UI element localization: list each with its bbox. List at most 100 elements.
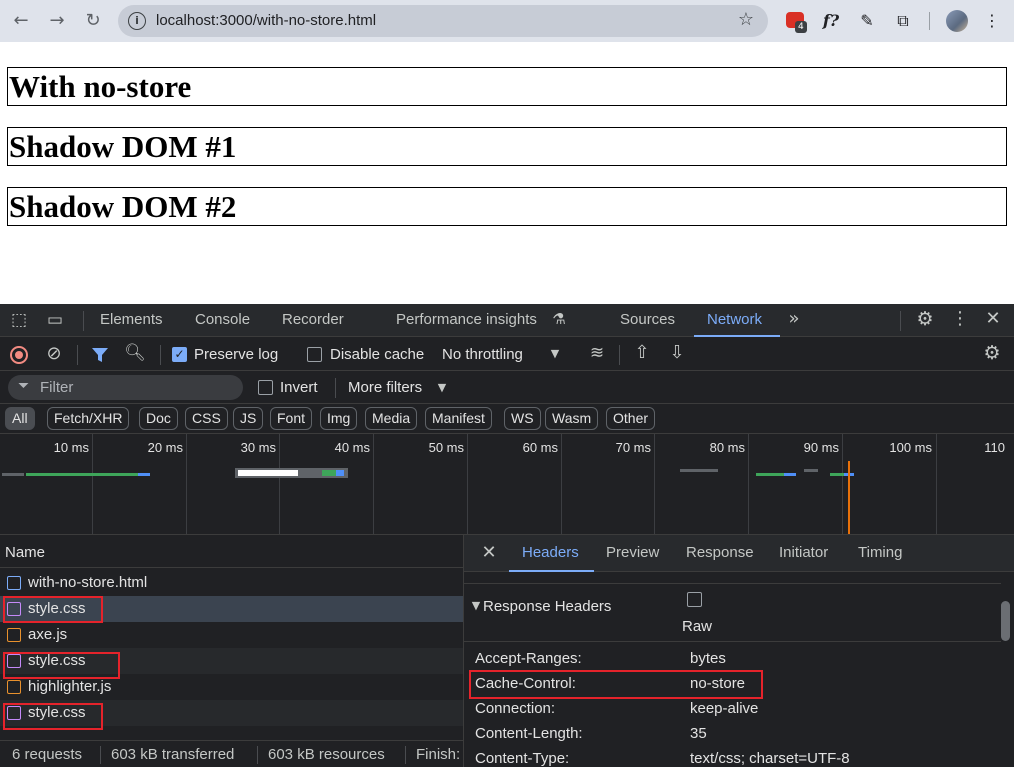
divider: [335, 378, 336, 398]
highlight-box: [469, 670, 763, 699]
tab-network[interactable]: Network: [707, 311, 762, 328]
invert-label: Invert: [280, 379, 318, 396]
resources-size: 603 kB resources: [268, 746, 385, 763]
filter-input[interactable]: ⏷ Filter: [8, 375, 243, 400]
disable-cache-checkbox[interactable]: [307, 347, 322, 362]
tab-preview[interactable]: Preview: [606, 544, 659, 561]
search-icon[interactable]: 🔍︎: [124, 343, 146, 363]
filter-funnel-icon[interactable]: [91, 347, 109, 363]
tick-label: 20 ms: [147, 440, 183, 455]
devtools-menu-icon[interactable]: ⋮: [948, 308, 972, 329]
extensions-puzzle-icon[interactable]: ⧉: [891, 9, 915, 33]
type-filter-manifest[interactable]: Manifest: [425, 407, 492, 430]
header-name: Content-Type:: [475, 750, 570, 767]
name-column-header[interactable]: Name: [5, 544, 45, 561]
details-scrollbar-thumb[interactable]: [1001, 601, 1010, 641]
device-toolbar-icon[interactable]: ▭: [43, 310, 67, 330]
network-conditions-icon[interactable]: ≋: [585, 343, 609, 363]
reload-icon[interactable]: ↻: [80, 8, 106, 34]
transferred-size: 603 kB transferred: [111, 746, 235, 763]
forward-arrow-icon[interactable]: →: [44, 8, 70, 34]
tick-label: 70 ms: [615, 440, 651, 455]
type-filter-all[interactable]: All: [5, 407, 35, 430]
chrome-menu-icon[interactable]: ⋮: [980, 9, 1004, 33]
network-status-bar: 6 requests 603 kB transferred 603 kB res…: [0, 740, 463, 767]
tab-timing[interactable]: Timing: [858, 544, 902, 561]
bookmark-star-icon[interactable]: ☆: [738, 9, 754, 30]
address-bar[interactable]: i localhost:3000/with-no-store.html ☆: [118, 5, 768, 37]
raw-label: Raw: [682, 618, 713, 635]
inspect-element-icon[interactable]: ⬚: [9, 310, 29, 330]
preserve-log-checkbox[interactable]: ✓: [172, 347, 187, 362]
type-filter-img[interactable]: Img: [320, 407, 358, 430]
type-filter-js[interactable]: JS: [233, 407, 264, 430]
finish-time: Finish:: [416, 746, 461, 763]
extension-red-icon[interactable]: 4: [786, 12, 807, 33]
more-tabs-chevron-icon[interactable]: »: [784, 308, 804, 329]
page-heading-shadow-dom-1: Shadow DOM #1: [7, 127, 1007, 166]
type-filter-ws[interactable]: WS: [504, 407, 541, 430]
close-devtools-icon[interactable]: ✕: [981, 308, 1005, 329]
divider: [83, 311, 84, 331]
function-extension-icon[interactable]: f?: [819, 9, 843, 33]
browser-toolbar: ← → ↻ i localhost:3000/with-no-store.htm…: [0, 0, 1014, 42]
tab-sources[interactable]: Sources: [620, 311, 675, 328]
tab-performance-insights[interactable]: Performance insights: [396, 311, 537, 328]
import-har-icon[interactable]: ⇧: [631, 342, 653, 363]
preserve-log-label: Preserve log: [194, 346, 279, 363]
raw-checkbox[interactable]: [687, 592, 702, 607]
tick-line: [561, 434, 562, 534]
page-heading-with-no-store: With no-store: [7, 67, 1007, 106]
response-headers-section-title[interactable]: Response Headers: [483, 598, 611, 615]
url-text[interactable]: localhost:3000/with-no-store.html: [156, 12, 376, 29]
filter-funnel-icon: ⏷: [18, 378, 30, 394]
network-settings-gear-icon[interactable]: ⚙: [980, 342, 1004, 364]
load-event-marker: [848, 461, 850, 534]
dropdown-triangle-icon[interactable]: ▼: [548, 347, 562, 360]
profile-avatar[interactable]: [946, 10, 968, 32]
highlight-box: [3, 596, 103, 623]
type-filter-doc[interactable]: Doc: [139, 407, 178, 430]
settings-gear-icon[interactable]: ⚙: [913, 308, 937, 330]
type-filter-wasm[interactable]: Wasm: [545, 407, 599, 430]
tab-response[interactable]: Response: [686, 544, 754, 561]
network-timeline-overview[interactable]: 10 ms 20 ms 30 ms 40 ms 50 ms 60 ms 70 m…: [0, 434, 1014, 535]
tab-elements[interactable]: Elements: [100, 311, 163, 328]
tab-initiator[interactable]: Initiator: [779, 544, 828, 561]
tick-line: [654, 434, 655, 534]
export-har-icon[interactable]: ⇩: [666, 342, 688, 363]
timeline-bar: [756, 473, 784, 476]
eyedropper-extension-icon[interactable]: ✎: [855, 9, 879, 33]
request-row[interactable]: axe.js: [0, 622, 463, 648]
site-info-icon[interactable]: i: [128, 12, 146, 30]
header-name: Connection:: [475, 700, 556, 717]
tab-headers[interactable]: Headers: [522, 544, 579, 561]
clear-log-icon[interactable]: ⊘: [43, 343, 65, 364]
tab-recorder[interactable]: Recorder: [282, 311, 344, 328]
extension-badge: 4: [795, 21, 807, 33]
tab-console[interactable]: Console: [195, 311, 250, 328]
close-details-icon[interactable]: ✕: [478, 542, 500, 563]
disable-cache-label: Disable cache: [330, 346, 425, 363]
back-arrow-icon[interactable]: ←: [8, 8, 34, 34]
request-name: with-no-store.html: [28, 574, 148, 591]
more-filters-button[interactable]: More filters: [348, 379, 422, 396]
header-name: Content-Length:: [475, 725, 583, 742]
dropdown-triangle-icon[interactable]: ▼: [435, 381, 449, 394]
request-row[interactable]: with-no-store.html: [0, 570, 463, 596]
collapse-triangle-icon[interactable]: ▼: [470, 599, 482, 612]
divider: [257, 746, 258, 764]
document-file-icon: [7, 576, 21, 590]
type-filter-fetch-xhr[interactable]: Fetch/XHR: [47, 407, 130, 430]
devtools-tab-bar: ⬚ ▭ Elements Console Recorder Performanc…: [0, 304, 1014, 337]
timeline-bar: [238, 470, 298, 476]
type-filter-media[interactable]: Media: [365, 407, 418, 430]
type-filter-other[interactable]: Other: [606, 407, 656, 430]
record-stop-icon[interactable]: [10, 346, 28, 364]
type-filter-css[interactable]: CSS: [185, 407, 228, 430]
throttling-select[interactable]: No throttling: [442, 346, 523, 363]
type-filter-font[interactable]: Font: [270, 407, 313, 430]
invert-checkbox[interactable]: [258, 380, 273, 395]
page-heading-shadow-dom-2: Shadow DOM #2: [7, 187, 1007, 226]
request-name: axe.js: [28, 626, 68, 643]
